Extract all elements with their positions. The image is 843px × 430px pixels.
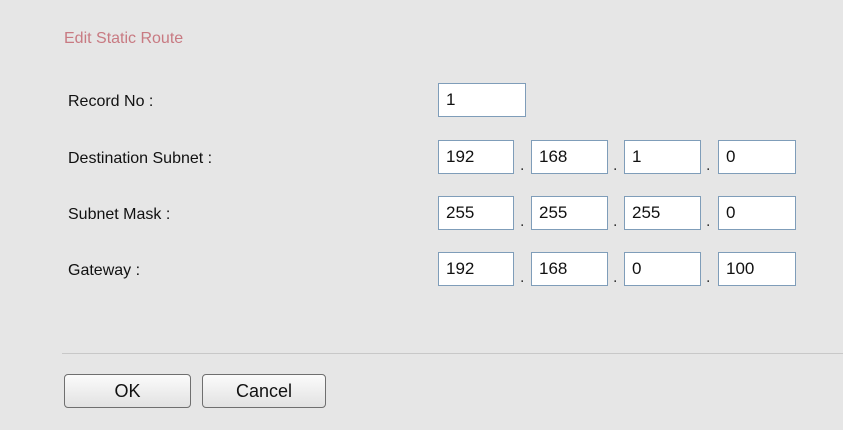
gateway-octet-4[interactable] <box>718 252 796 286</box>
gateway-label: Gateway : <box>68 262 141 279</box>
octet-separator: . <box>520 157 525 174</box>
octet-separator: . <box>520 269 525 286</box>
ok-button[interactable]: OK <box>64 374 191 408</box>
record-no-input[interactable] <box>438 83 526 117</box>
edit-static-route-panel: Edit Static Route Record No : Destinatio… <box>0 0 843 430</box>
destination-subnet-octet-3[interactable] <box>624 140 701 174</box>
gateway-octet-2[interactable] <box>531 252 608 286</box>
destination-subnet-octet-4[interactable] <box>718 140 796 174</box>
destination-subnet-label: Destination Subnet : <box>68 150 213 167</box>
subnet-mask-octet-2[interactable] <box>531 196 608 230</box>
subnet-mask-octet-1[interactable] <box>438 196 514 230</box>
octet-separator: . <box>706 157 711 174</box>
divider <box>62 353 843 354</box>
subnet-mask-octet-4[interactable] <box>718 196 796 230</box>
gateway-octet-1[interactable] <box>438 252 514 286</box>
octet-separator: . <box>613 157 618 174</box>
octet-separator: . <box>520 213 525 230</box>
subnet-mask-octet-3[interactable] <box>624 196 701 230</box>
subnet-mask-label: Subnet Mask : <box>68 206 171 223</box>
gateway-octet-3[interactable] <box>624 252 701 286</box>
octet-separator: . <box>706 269 711 286</box>
octet-separator: . <box>613 213 618 230</box>
octet-separator: . <box>613 269 618 286</box>
destination-subnet-octet-1[interactable] <box>438 140 514 174</box>
destination-subnet-octet-2[interactable] <box>531 140 608 174</box>
panel-title: Edit Static Route <box>64 30 184 47</box>
octet-separator: . <box>706 213 711 230</box>
record-no-label: Record No : <box>68 93 154 110</box>
cancel-button[interactable]: Cancel <box>202 374 326 408</box>
